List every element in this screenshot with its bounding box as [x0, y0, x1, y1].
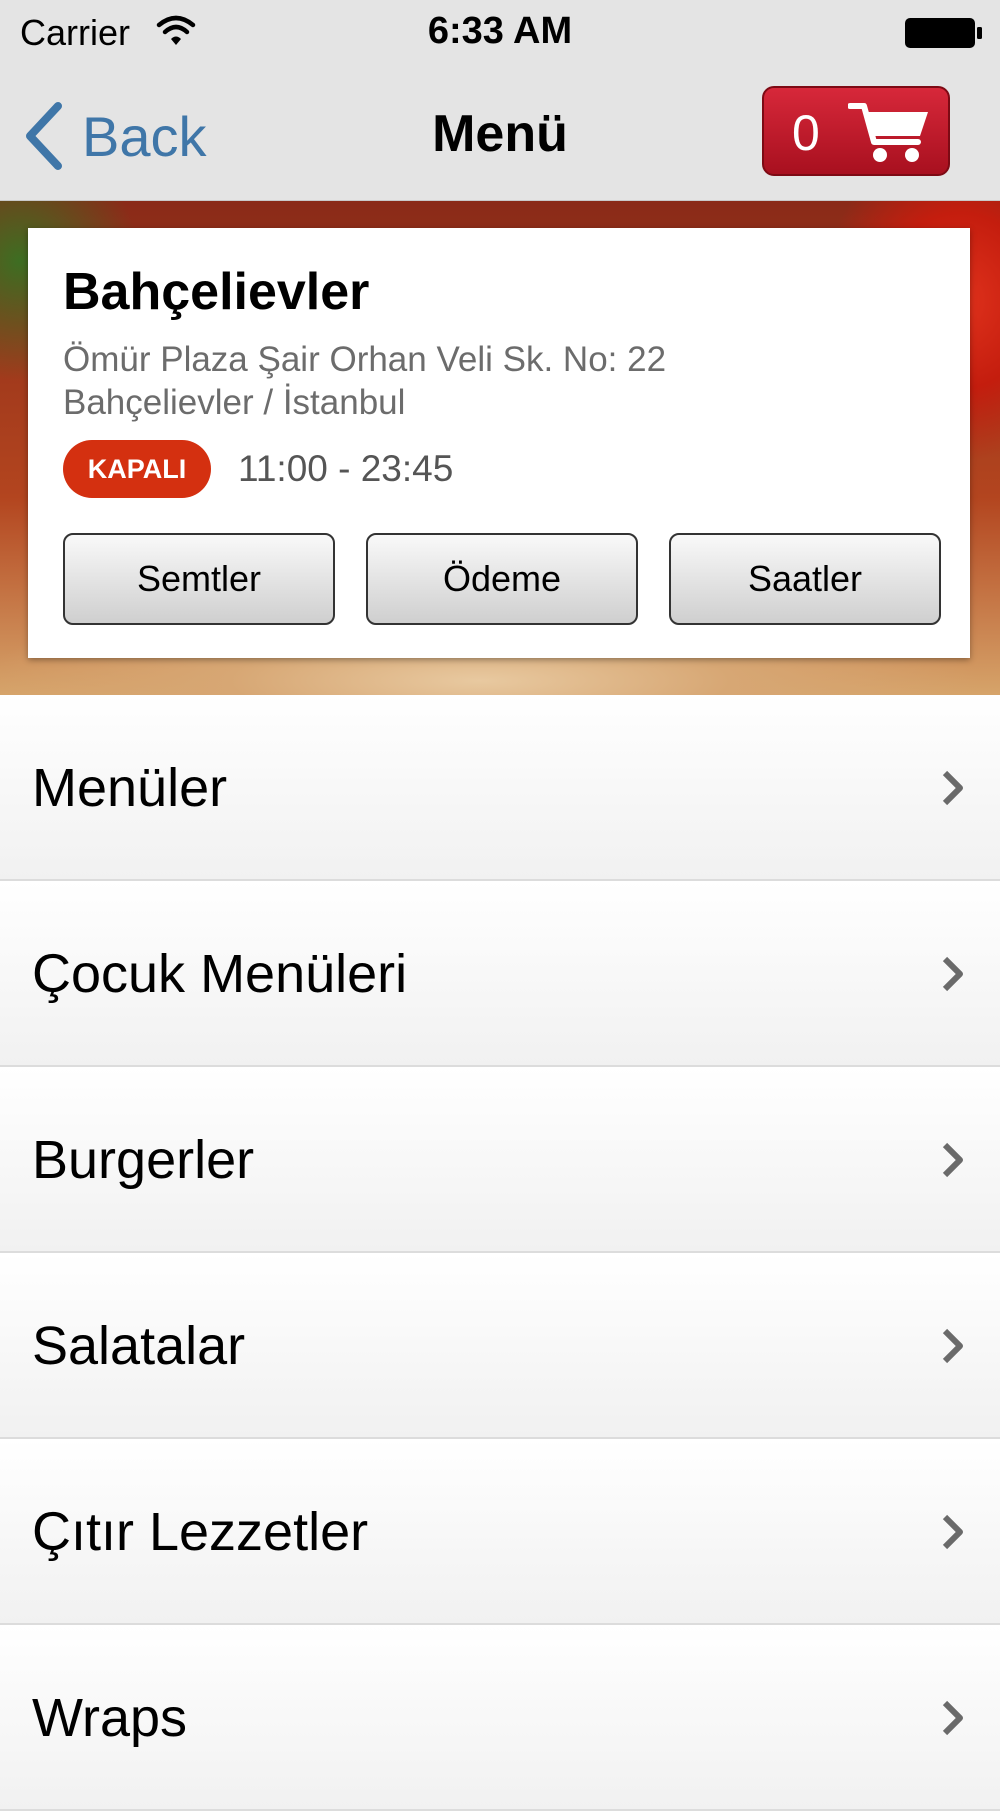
battery-icon [905, 18, 982, 48]
status-bar: Carrier 6:33 AM [0, 0, 1000, 66]
category-row-salatalar[interactable]: Salatalar [0, 1253, 1000, 1439]
navigation-bar: Back Menü 0 [0, 66, 1000, 201]
category-row-citir-lezzetler[interactable]: Çıtır Lezzetler [0, 1439, 1000, 1625]
address-line-1: Ömür Plaza Şair Orhan Veli Sk. No: 22 [63, 340, 667, 379]
chevron-right-icon [942, 1328, 963, 1364]
category-row-wraps[interactable]: Wraps [0, 1625, 1000, 1811]
status-badge: KAPALI [63, 440, 211, 498]
category-label: Menüler [32, 758, 228, 818]
category-label: Çocuk Menüleri [32, 944, 408, 1004]
cart-button[interactable]: 0 [762, 86, 950, 176]
chevron-right-icon [942, 1514, 963, 1550]
districts-button[interactable]: Semtler [63, 533, 335, 625]
branch-name: Bahçelievler [63, 263, 370, 321]
shopping-cart-icon [848, 103, 928, 162]
branch-info-card: Bahçelievler Ömür Plaza Şair Orhan Veli … [28, 228, 970, 658]
cart-count: 0 [792, 105, 820, 161]
chevron-right-icon [942, 956, 963, 992]
chevron-right-icon [942, 1142, 963, 1178]
category-row-cocuk-menuleri[interactable]: Çocuk Menüleri [0, 881, 1000, 1067]
category-label: Salatalar [32, 1316, 246, 1376]
address-line-2: Bahçelievler / İstanbul [63, 383, 406, 422]
category-row-burgerler[interactable]: Burgerler [0, 1067, 1000, 1253]
clock: 6:33 AM [427, 10, 573, 52]
category-label: Burgerler [32, 1130, 255, 1190]
chevron-right-icon [942, 1700, 963, 1736]
branch-address: Ömür Plaza Şair Orhan Veli Sk. No: 22 Ba… [63, 338, 923, 424]
category-list: Menüler Çocuk Menüleri Burgerler Salatal… [0, 695, 1000, 1811]
category-row-menuler[interactable]: Menüler [0, 695, 1000, 881]
hours-button[interactable]: Saatler [669, 533, 941, 625]
category-label: Çıtır Lezzetler [32, 1502, 369, 1562]
category-label: Wraps [32, 1688, 188, 1748]
chevron-right-icon [942, 770, 963, 806]
payment-button[interactable]: Ödeme [366, 533, 638, 625]
opening-hours: 11:00 - 23:45 [238, 448, 454, 489]
